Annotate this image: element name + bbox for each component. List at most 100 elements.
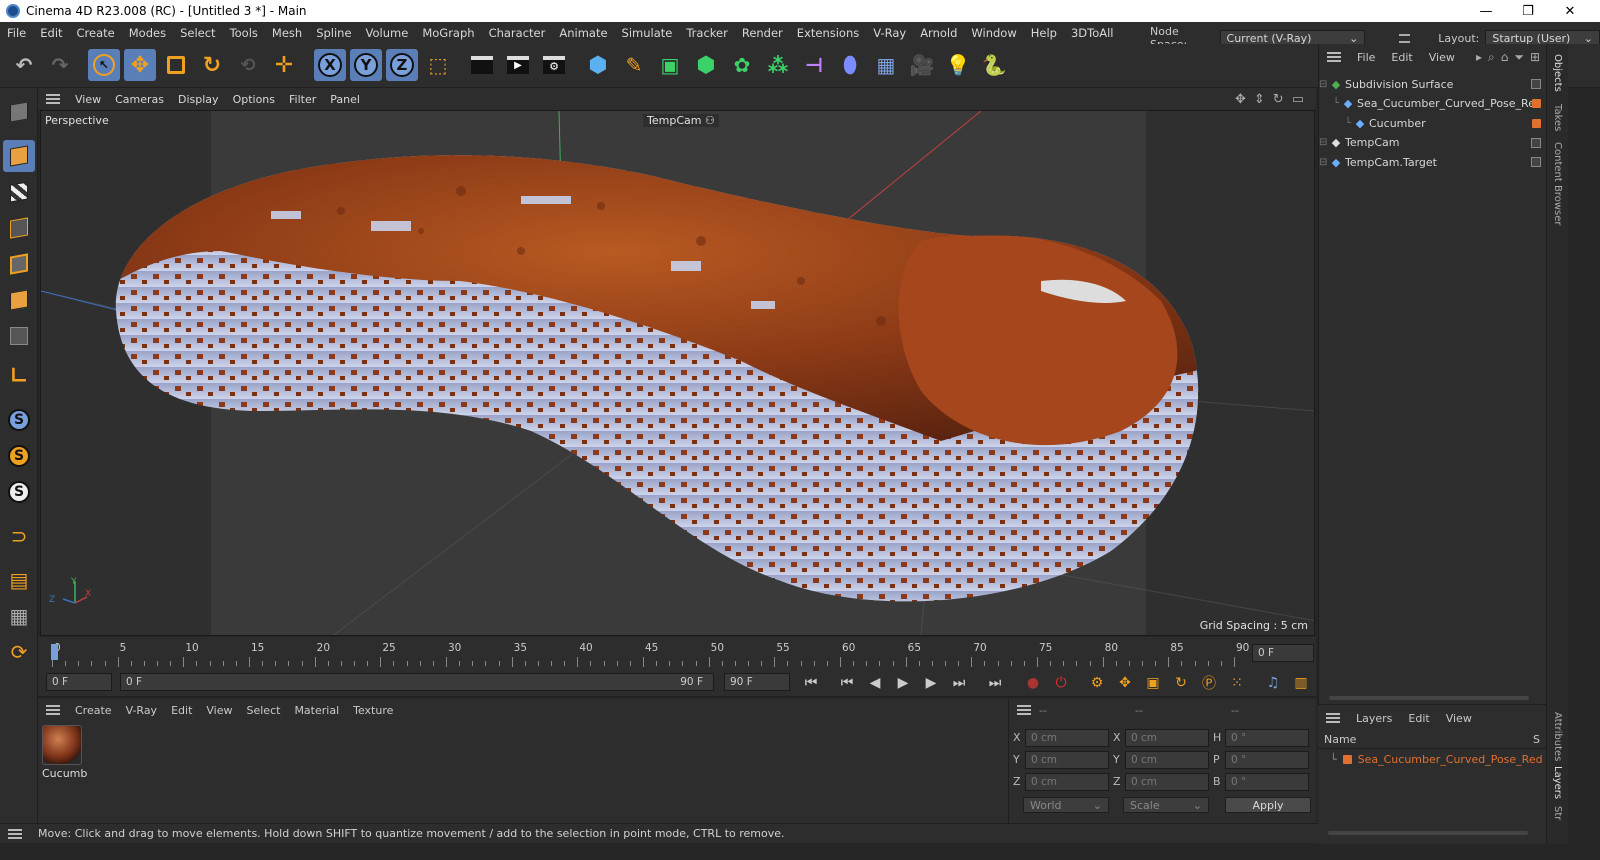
viewport-menu-options[interactable]: Options xyxy=(226,93,282,106)
viewport-menu-view[interactable]: View xyxy=(68,93,108,106)
extrude-button[interactable]: ⬢ xyxy=(690,49,722,81)
go-to-start-button[interactable]: ⏮ xyxy=(800,672,822,694)
end-frame-field[interactable]: 90 F xyxy=(724,673,790,691)
dolly-icon[interactable]: ⇕ xyxy=(1254,92,1265,107)
transform-button[interactable]: ✛ xyxy=(268,49,300,81)
keyframe-selection-button[interactable]: ⚙ xyxy=(1086,672,1108,694)
x-axis-button[interactable]: X xyxy=(314,49,346,81)
new-window-icon[interactable]: ⊞ xyxy=(1530,50,1540,65)
visibility-check-icon[interactable] xyxy=(1531,79,1541,89)
key-scale-button[interactable]: ▣ xyxy=(1142,672,1164,694)
key-rotation-button[interactable]: ↻ xyxy=(1170,672,1192,694)
field-button[interactable]: ⬮ xyxy=(834,49,866,81)
layer-color-swatch[interactable] xyxy=(1342,754,1352,764)
menu-edit[interactable]: Edit xyxy=(33,26,69,40)
live-selection-button[interactable]: ↖ xyxy=(88,49,120,81)
menu-character[interactable]: Character xyxy=(482,26,553,40)
menu-window[interactable]: Window xyxy=(964,26,1023,40)
timeline-window-button[interactable]: ▥ xyxy=(1290,672,1312,694)
visibility-check-icon[interactable] xyxy=(1531,137,1541,148)
menu-simulate[interactable]: Simulate xyxy=(615,26,680,40)
coord-value-field[interactable]: 0 cm xyxy=(1025,773,1109,791)
object-menu-view[interactable]: View xyxy=(1421,51,1463,64)
menu-arnold[interactable]: Arnold xyxy=(913,26,964,40)
menu-mesh[interactable]: Mesh xyxy=(265,26,309,40)
arrow-right-icon[interactable]: ▸ xyxy=(1476,50,1482,65)
menu-v-ray[interactable]: V-Ray xyxy=(866,26,913,40)
layer-row[interactable]: └ Sea_Cucumber_Curved_Pose_Red xyxy=(1318,749,1546,769)
coord-value-field[interactable]: 0 cm xyxy=(1025,729,1109,747)
menu-mograph[interactable]: MoGraph xyxy=(415,26,481,40)
search-icon[interactable]: ⌕ xyxy=(1488,50,1495,65)
menu-help[interactable]: Help xyxy=(1024,26,1064,40)
object-row[interactable]: ⊟ ◆ Subdivision Surface xyxy=(1319,74,1547,94)
hamburger-icon[interactable] xyxy=(46,705,60,715)
viewport-menu-filter[interactable]: Filter xyxy=(282,93,323,106)
snap-s-orange-button[interactable]: S xyxy=(3,440,35,472)
key-position-button[interactable]: ✥ xyxy=(1114,672,1136,694)
object-row[interactable]: └ ◆ Cucumber xyxy=(1319,113,1547,133)
object-mode-button[interactable] xyxy=(3,140,35,172)
edges-mode-button[interactable] xyxy=(3,248,35,280)
restore-button[interactable]: ❐ xyxy=(1508,0,1548,22)
object-row[interactable]: ⊟ ◆ TempCam xyxy=(1319,133,1547,153)
pan-icon[interactable]: ✥ xyxy=(1235,92,1246,107)
coord-value-field[interactable]: 0 ° xyxy=(1225,729,1309,747)
texture-mode-button[interactable] xyxy=(3,176,35,208)
material-menu-view[interactable]: View xyxy=(199,704,239,717)
snap-s-button[interactable]: S xyxy=(3,404,35,436)
object-row[interactable]: └ ◆ Sea_Cucumber_Curved_Pose_Red xyxy=(1319,94,1547,114)
maximize-view-icon[interactable]: ▭ xyxy=(1292,92,1304,107)
menu-volume[interactable]: Volume xyxy=(359,26,416,40)
layer-scrollbar[interactable] xyxy=(1328,831,1528,835)
render-settings-button[interactable]: ⚙ xyxy=(538,49,570,81)
key-parameter-button[interactable]: Ⓟ xyxy=(1198,672,1220,694)
visibility-check-icon[interactable] xyxy=(1531,157,1541,167)
layer-menu-view[interactable]: View xyxy=(1438,712,1480,725)
previous-frame-button[interactable]: ◀ xyxy=(864,672,886,694)
cube-primitive-button[interactable]: ⬢ xyxy=(582,49,614,81)
object-scrollbar[interactable] xyxy=(1329,696,1529,700)
coordinate-system-button[interactable]: ⬚ xyxy=(422,49,454,81)
coordinate-space-dropdown[interactable]: World ⌄ xyxy=(1023,797,1109,813)
go-to-end-button[interactable]: ⏭ xyxy=(984,672,1006,694)
menu-extensions[interactable]: Extensions xyxy=(790,26,866,40)
z-axis-button[interactable]: Z xyxy=(386,49,418,81)
rotate-button[interactable]: ↻ xyxy=(196,49,228,81)
current-frame-field[interactable]: 0 F xyxy=(1252,644,1314,662)
redo-button[interactable]: ↷ xyxy=(44,49,76,81)
snap-s-white-button[interactable]: S xyxy=(3,476,35,508)
layer-color-tag[interactable] xyxy=(1532,99,1541,108)
viewport-menu-cameras[interactable]: Cameras xyxy=(108,93,171,106)
menu-file[interactable]: File xyxy=(0,26,33,40)
menu-modes[interactable]: Modes xyxy=(122,26,173,40)
workplane-button[interactable]: ▤ xyxy=(3,564,35,596)
grid-rotate-button[interactable]: ⟳ xyxy=(3,636,35,668)
light-button[interactable]: 💡 xyxy=(942,49,974,81)
coord-value-field[interactable]: 0 cm xyxy=(1125,729,1209,747)
play-button[interactable]: ▶ xyxy=(892,672,914,694)
axis-mode-button[interactable]: ∟ xyxy=(3,360,35,392)
sea-cucumber-model[interactable] xyxy=(41,111,1315,636)
autokey-button[interactable]: ⏻ xyxy=(1050,672,1072,694)
material-menu-create[interactable]: Create xyxy=(68,704,119,717)
close-button[interactable]: ✕ xyxy=(1550,0,1590,22)
coord-value-field[interactable]: 0 cm xyxy=(1025,751,1109,769)
coord-value-field[interactable]: 0 ° xyxy=(1225,751,1309,769)
perspective-viewport[interactable]: Perspective TempCam ⚇ Grid Spacing : 5 c… xyxy=(40,110,1315,636)
scale-button[interactable] xyxy=(160,49,192,81)
menu-select[interactable]: Select xyxy=(173,26,222,40)
filter-icon[interactable]: ⏷ xyxy=(1514,50,1524,65)
subdivision-button[interactable]: ▣ xyxy=(654,49,686,81)
tree-toggle-icon[interactable]: ⊟ xyxy=(1319,157,1327,168)
frame-range-slider[interactable]: 0 F 90 F xyxy=(120,673,714,691)
layer-menu-layers[interactable]: Layers xyxy=(1348,712,1400,725)
object-menu-file[interactable]: File xyxy=(1349,51,1383,64)
menu-create[interactable]: Create xyxy=(70,26,122,40)
lock-workplane-button[interactable]: ▦ xyxy=(3,600,35,632)
floor-button[interactable]: ▦ xyxy=(870,49,902,81)
material-menu-texture[interactable]: Texture xyxy=(346,704,400,717)
undo-button[interactable]: ↶ xyxy=(8,49,40,81)
previous-key-button[interactable]: ⏮ xyxy=(836,672,858,694)
model-mode-button[interactable] xyxy=(3,96,35,128)
